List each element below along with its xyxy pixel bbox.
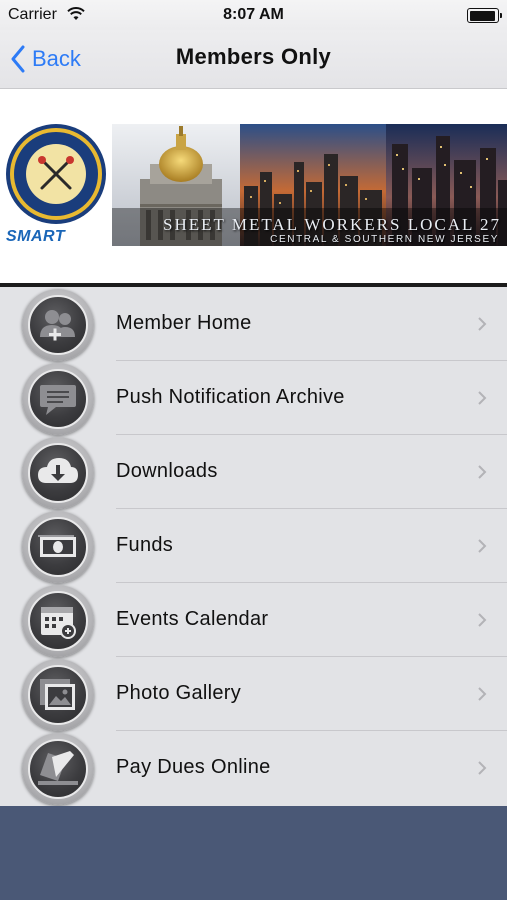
menu-item-label: Push Notification Archive	[116, 386, 345, 408]
clock: 8:07 AM	[223, 6, 284, 23]
members-icon	[28, 295, 88, 355]
header-banner: SMART SHEET METAL WORKERS LOCAL 27 CENTR…	[0, 124, 507, 246]
money-icon	[28, 517, 88, 577]
menu-item-pay-dues-online[interactable]: Pay Dues Online	[0, 731, 507, 805]
footer-area	[0, 806, 507, 900]
chat-bubble-icon	[28, 369, 88, 429]
menu-list: Member Home Push Notification Archive Do…	[0, 287, 507, 806]
chevron-right-icon	[478, 317, 487, 331]
chevron-right-icon	[478, 761, 487, 775]
battery-icon	[467, 8, 502, 23]
calendar-icon	[28, 591, 88, 651]
chevron-right-icon	[478, 539, 487, 553]
banner-area: SMART SHEET METAL WORKERS LOCAL 27 CENTR…	[0, 89, 507, 283]
banner-subtitle: CENTRAL & SOUTHERN NEW JERSEY	[270, 234, 499, 245]
menu-item-push-notification-archive[interactable]: Push Notification Archive	[0, 361, 507, 435]
menu-item-label: Events Calendar	[116, 608, 269, 630]
chevron-right-icon	[478, 465, 487, 479]
menu-item-events-calendar[interactable]: Events Calendar	[0, 583, 507, 657]
ballot-icon	[28, 739, 88, 799]
menu-item-label: Photo Gallery	[116, 682, 242, 704]
menu-item-downloads[interactable]: Downloads	[0, 435, 507, 509]
photo-icon	[28, 665, 88, 725]
banner-title: SHEET METAL WORKERS LOCAL 27	[163, 215, 501, 234]
menu-item-photo-gallery[interactable]: Photo Gallery	[0, 657, 507, 731]
chevron-right-icon	[478, 687, 487, 701]
menu-item-funds[interactable]: Funds	[0, 509, 507, 583]
status-bar: Carrier 8:07 AM	[0, 0, 507, 30]
cloud-download-icon	[28, 443, 88, 503]
chevron-right-icon	[478, 613, 487, 627]
page-title: Members Only	[175, 44, 332, 69]
smart-logo: SMART	[6, 228, 66, 245]
menu-item-member-home[interactable]: Member Home	[0, 287, 507, 361]
menu-item-label: Pay Dues Online	[116, 756, 271, 778]
menu-item-label: Downloads	[116, 460, 218, 482]
navigation-bar: Back Members Only	[0, 30, 507, 89]
menu-item-label: Member Home	[116, 312, 252, 334]
menu-item-label: Funds	[116, 534, 174, 556]
chevron-right-icon	[478, 391, 487, 405]
